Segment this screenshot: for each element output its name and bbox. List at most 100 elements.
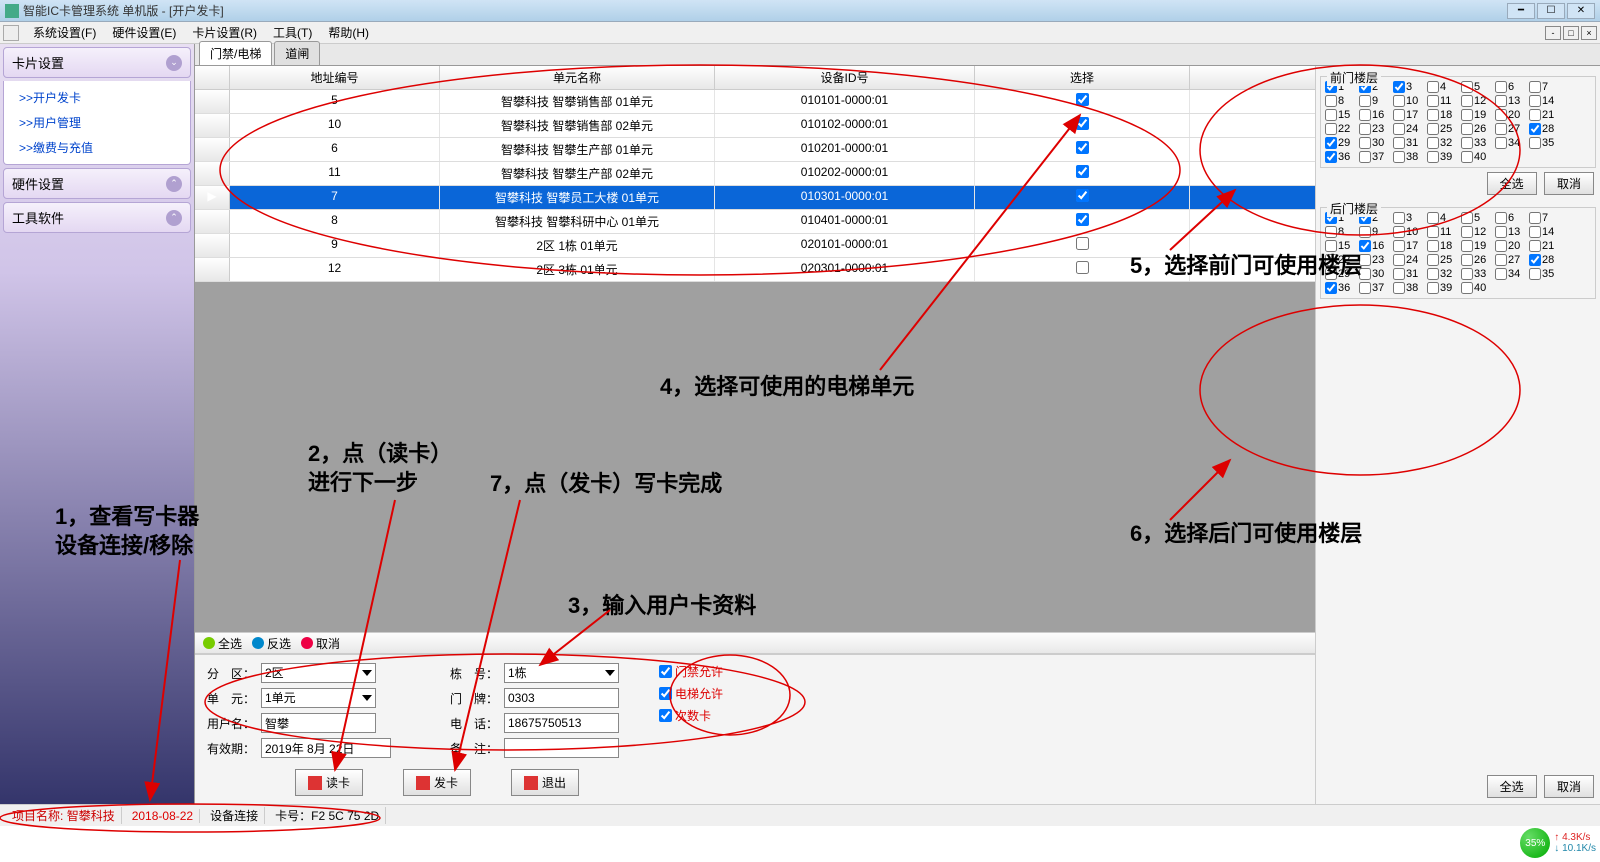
floor-checkbox-17[interactable]: 17 <box>1393 109 1427 121</box>
floor-checkbox-4[interactable]: 4 <box>1427 212 1461 224</box>
tab-elevator[interactable]: 门禁/电梯 <box>199 41 272 65</box>
table-row[interactable]: 5 智攀科技 智攀销售部 01单元 010101-0000:01 <box>195 90 1315 114</box>
sidebar-card-settings-header[interactable]: 卡片设置 ⌄ <box>3 47 191 78</box>
floor-checkbox-20[interactable]: 20 <box>1495 240 1529 252</box>
floor-checkbox-21[interactable]: 21 <box>1529 109 1563 121</box>
floor-checkbox-20[interactable]: 20 <box>1495 109 1529 121</box>
floor-checkbox-38[interactable]: 38 <box>1393 151 1427 163</box>
floor-checkbox-10[interactable]: 10 <box>1393 95 1427 107</box>
menu-help[interactable]: 帮助(H) <box>320 22 377 43</box>
menu-card[interactable]: 卡片设置(R) <box>184 22 265 43</box>
floor-checkbox-39[interactable]: 39 <box>1427 151 1461 163</box>
menu-hardware[interactable]: 硬件设置(E) <box>104 22 184 43</box>
building-select[interactable]: 1栋 <box>504 663 619 683</box>
floor-checkbox-4[interactable]: 4 <box>1427 81 1461 93</box>
floor-checkbox-34[interactable]: 34 <box>1495 137 1529 149</box>
floor-checkbox-3[interactable]: 3 <box>1393 212 1427 224</box>
menu-system[interactable]: 系统设置(F) <box>25 22 104 43</box>
floor-checkbox-10[interactable]: 10 <box>1393 226 1427 238</box>
perm-count[interactable]: 次数卡 <box>659 707 723 724</box>
row-checkbox[interactable] <box>1076 165 1089 178</box>
perm-elev[interactable]: 电梯允许 <box>659 685 723 702</box>
perm-door-checkbox[interactable] <box>659 665 672 678</box>
table-row[interactable]: 10 智攀科技 智攀销售部 02单元 010102-0000:01 <box>195 114 1315 138</box>
mdi-minimize[interactable]: - <box>1545 26 1561 40</box>
floor-checkbox-11[interactable]: 11 <box>1427 226 1461 238</box>
floor-checkbox-34[interactable]: 34 <box>1495 268 1529 280</box>
floor-checkbox-32[interactable]: 32 <box>1427 137 1461 149</box>
door-input[interactable] <box>504 688 619 708</box>
floor-checkbox-5[interactable]: 5 <box>1461 81 1495 93</box>
row-checkbox[interactable] <box>1076 237 1089 250</box>
floor-checkbox-40[interactable]: 40 <box>1461 151 1495 163</box>
front-cancel[interactable]: 取消 <box>1544 172 1594 195</box>
floor-checkbox-13[interactable]: 13 <box>1495 95 1529 107</box>
floor-checkbox-22[interactable]: 22 <box>1325 123 1359 135</box>
floor-checkbox-19[interactable]: 19 <box>1461 109 1495 121</box>
floor-checkbox-9[interactable]: 9 <box>1359 95 1393 107</box>
floor-checkbox-35[interactable]: 35 <box>1529 137 1563 149</box>
floor-checkbox-22[interactable]: 22 <box>1325 254 1359 266</box>
floor-checkbox-18[interactable]: 18 <box>1427 109 1461 121</box>
floor-checkbox-16[interactable]: 16 <box>1359 240 1393 252</box>
expire-input[interactable] <box>261 738 391 758</box>
table-row[interactable]: ▶ 7 智攀科技 智攀员工大楼 01单元 010301-0000:01 <box>195 186 1315 210</box>
floor-checkbox-11[interactable]: 11 <box>1427 95 1461 107</box>
floor-checkbox-40[interactable]: 40 <box>1461 282 1495 294</box>
row-checkbox[interactable] <box>1076 93 1089 106</box>
floor-checkbox-18[interactable]: 18 <box>1427 240 1461 252</box>
floor-checkbox-25[interactable]: 25 <box>1427 123 1461 135</box>
perm-count-checkbox[interactable] <box>659 709 672 722</box>
floor-checkbox-6[interactable]: 6 <box>1495 81 1529 93</box>
floor-checkbox-24[interactable]: 24 <box>1393 123 1427 135</box>
sidebar-link-user-manage[interactable]: >>用户管理 <box>4 110 190 135</box>
floor-checkbox-36[interactable]: 36 <box>1325 282 1359 294</box>
exit-button[interactable]: 退出 <box>511 769 579 796</box>
floor-checkbox-27[interactable]: 27 <box>1495 254 1529 266</box>
zone-select[interactable]: 2区 <box>261 663 376 683</box>
close-button[interactable]: ✕ <box>1567 3 1595 19</box>
floor-checkbox-33[interactable]: 33 <box>1461 268 1495 280</box>
table-row[interactable]: 11 智攀科技 智攀生产部 02单元 010202-0000:01 <box>195 162 1315 186</box>
floor-checkbox-37[interactable]: 37 <box>1359 151 1393 163</box>
remark-input[interactable] <box>504 738 619 758</box>
floor-checkbox-7[interactable]: 7 <box>1529 212 1563 224</box>
invert-btn[interactable]: 反选 <box>252 635 291 652</box>
floor-checkbox-29[interactable]: 29 <box>1325 137 1359 149</box>
row-checkbox[interactable] <box>1076 189 1089 202</box>
floor-checkbox-23[interactable]: 23 <box>1359 123 1393 135</box>
floor-checkbox-31[interactable]: 31 <box>1393 137 1427 149</box>
table-row[interactable]: 9 2区 1栋 01单元 020101-0000:01 <box>195 234 1315 258</box>
select-all-btn[interactable]: 全选 <box>203 635 242 652</box>
sidebar-link-fee[interactable]: >>缴费与充值 <box>4 135 190 160</box>
floor-checkbox-5[interactable]: 5 <box>1461 212 1495 224</box>
floor-checkbox-31[interactable]: 31 <box>1393 268 1427 280</box>
floor-checkbox-7[interactable]: 7 <box>1529 81 1563 93</box>
floor-checkbox-21[interactable]: 21 <box>1529 240 1563 252</box>
sidebar-tool-header[interactable]: 工具软件 ⌃ <box>3 202 191 233</box>
floor-checkbox-3[interactable]: 3 <box>1393 81 1427 93</box>
front-select-all[interactable]: 全选 <box>1487 172 1537 195</box>
floor-checkbox-23[interactable]: 23 <box>1359 254 1393 266</box>
table-row[interactable]: 6 智攀科技 智攀生产部 01单元 010201-0000:01 <box>195 138 1315 162</box>
floor-checkbox-26[interactable]: 26 <box>1461 254 1495 266</box>
floor-checkbox-30[interactable]: 30 <box>1359 268 1393 280</box>
floor-checkbox-9[interactable]: 9 <box>1359 226 1393 238</box>
perm-elev-checkbox[interactable] <box>659 687 672 700</box>
floor-checkbox-33[interactable]: 33 <box>1461 137 1495 149</box>
phone-input[interactable] <box>504 713 619 733</box>
row-checkbox[interactable] <box>1076 141 1089 154</box>
mdi-restore[interactable]: □ <box>1563 26 1579 40</box>
write-card-button[interactable]: 发卡 <box>403 769 471 796</box>
floor-checkbox-25[interactable]: 25 <box>1427 254 1461 266</box>
floor-checkbox-8[interactable]: 8 <box>1325 226 1359 238</box>
floor-checkbox-24[interactable]: 24 <box>1393 254 1427 266</box>
minimize-button[interactable]: ━ <box>1507 3 1535 19</box>
floor-checkbox-37[interactable]: 37 <box>1359 282 1393 294</box>
floor-checkbox-13[interactable]: 13 <box>1495 226 1529 238</box>
row-checkbox[interactable] <box>1076 117 1089 130</box>
table-row[interactable]: 12 2区 3栋 01单元 020301-0000:01 <box>195 258 1315 282</box>
floor-checkbox-35[interactable]: 35 <box>1529 268 1563 280</box>
sidebar-link-open-card[interactable]: >>开户发卡 <box>4 85 190 110</box>
floor-checkbox-36[interactable]: 36 <box>1325 151 1359 163</box>
